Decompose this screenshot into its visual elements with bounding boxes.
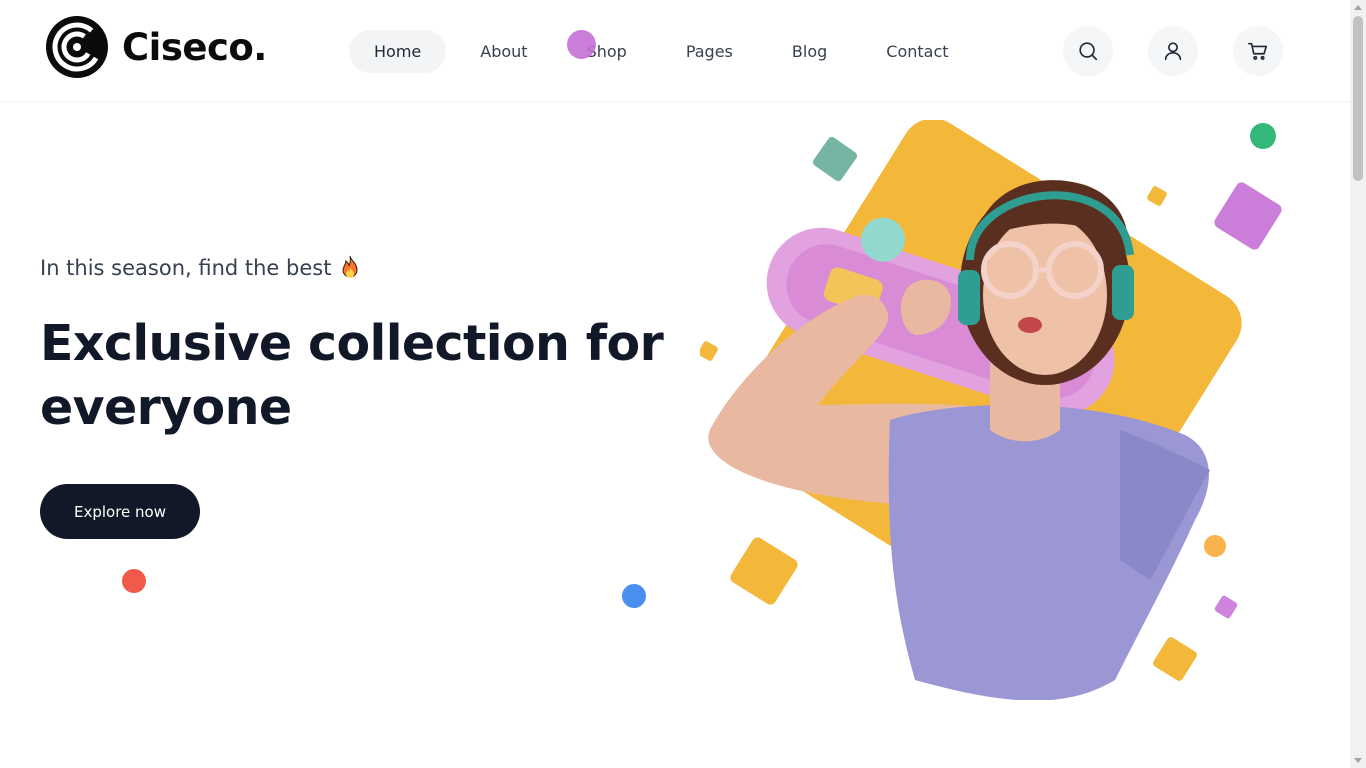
decor-dot-purple (567, 30, 596, 59)
scrollbar-thumb[interactable] (1353, 16, 1363, 181)
hero-image (700, 120, 1282, 700)
search-icon (1079, 42, 1098, 61)
ciseco-logo-icon (46, 16, 108, 78)
brand-logo-link[interactable]: Ciseco. (44, 14, 267, 80)
account-button[interactable] (1148, 26, 1198, 76)
cart-button[interactable] (1233, 26, 1283, 76)
nav-item-pages[interactable]: Pages (661, 30, 758, 73)
hero-headline: Exclusive collection for everyone (40, 315, 664, 436)
nav-item-blog[interactable]: Blog (767, 30, 852, 73)
hero-subtitle-text: In this season, find the best (40, 256, 332, 280)
hero-subtitle: In this season, find the best (40, 255, 361, 281)
fire-emoji-icon (342, 255, 358, 278)
main-nav: Home About Shop Pages Blog Contact (349, 30, 983, 73)
scroll-down-arrow-icon[interactable] (1354, 758, 1362, 763)
cart-icon (1248, 42, 1268, 60)
explore-now-button[interactable]: Explore now (40, 484, 200, 539)
search-button[interactable] (1063, 26, 1113, 76)
user-icon (1164, 42, 1182, 61)
decor-dot-blue (622, 584, 646, 608)
scroll-up-arrow-icon[interactable] (1354, 5, 1362, 10)
nav-item-contact[interactable]: Contact (861, 30, 973, 73)
site-header: Ciseco. Home About Shop Pages Blog Conta… (0, 0, 1350, 102)
page: Ciseco. Home About Shop Pages Blog Conta… (0, 0, 1350, 768)
brand-name: Ciseco. (122, 25, 267, 69)
nav-item-home[interactable]: Home (349, 30, 447, 73)
nav-item-about[interactable]: About (455, 30, 552, 73)
page-scrollbar[interactable] (1350, 0, 1366, 768)
decor-dot-red (122, 569, 146, 593)
